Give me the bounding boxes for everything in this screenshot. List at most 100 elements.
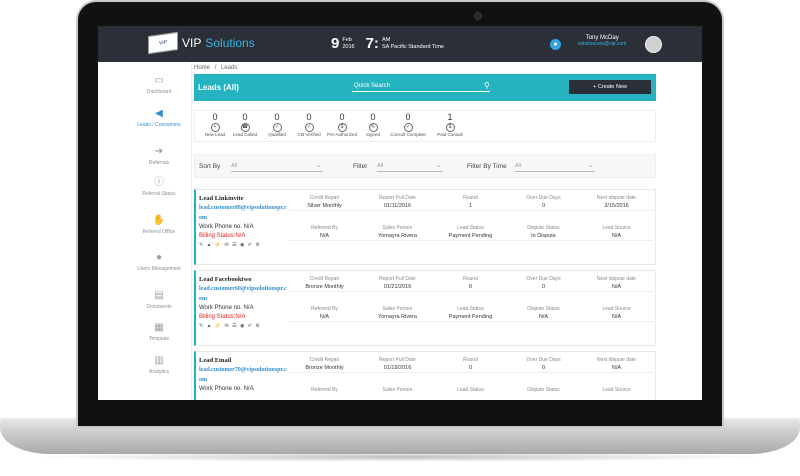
field-header: Round xyxy=(463,276,478,282)
date-month-year: Feb 2016 xyxy=(342,37,354,51)
field-value: Bronze Monthly xyxy=(288,364,361,373)
lead-field: Over Due Days 0 xyxy=(507,275,580,292)
brand-logo[interactable]: VIP VIP Solutions xyxy=(148,31,255,55)
user-email: solutionsvip@vip.com xyxy=(578,41,627,47)
field-header: Credit Repair xyxy=(309,357,340,363)
lead-card[interactable]: Lead Facebooktwo lead.customer60@vipsolu… xyxy=(194,270,656,346)
create-new-button[interactable]: + Create New xyxy=(569,80,651,94)
sort-by-select[interactable]: All ⌄ xyxy=(231,161,323,172)
sidebar-item-referral-office[interactable]: ✋ Referral Office xyxy=(136,215,182,236)
pre-authorized-icon: $ xyxy=(337,123,347,132)
field-header: Sales Person xyxy=(382,387,413,393)
field-value: N/A xyxy=(580,364,653,373)
signed-icon: ✎ xyxy=(368,123,378,132)
sidebar-item-referral-status[interactable]: ⓘ Referral Status xyxy=(136,177,182,198)
lead-email[interactable]: lead.customer88@vipsolutionspr.com xyxy=(199,203,287,223)
lead-card[interactable]: Lead Email lead.customer70@vipsolutionsp… xyxy=(194,351,656,400)
info-icon: ⓘ xyxy=(154,177,164,188)
chevron-down-icon: ⌄ xyxy=(435,163,441,169)
lead-card[interactable]: Lead Linkinvite lead.customer88@vipsolut… xyxy=(194,189,656,265)
document-icon: ▤ xyxy=(154,290,164,301)
filter-by-time-select[interactable]: All ⌄ xyxy=(515,161,595,172)
lead-field: Lead Status Payment Pending xyxy=(434,224,507,241)
stat-label: Consult Complete xyxy=(390,132,426,137)
user-info[interactable]: Tony McDay solutionsvip@vip.com xyxy=(578,35,626,47)
field-header: Next dispute date xyxy=(597,357,636,363)
field-value: N/A xyxy=(580,283,653,292)
lead-field: Lead Source N/A xyxy=(580,305,653,322)
filter-select[interactable]: All ⌄ xyxy=(377,161,443,172)
lead-billing-status: Billing Status:N/A xyxy=(199,314,246,320)
field-value: N/A xyxy=(507,313,580,322)
lead-name[interactable]: Lead Facebooktwo xyxy=(199,275,287,284)
stat-signed[interactable]: 0 ✎ Signed xyxy=(353,113,393,138)
lead-field: Dispute Status xyxy=(507,386,580,394)
field-header: Referred By xyxy=(311,306,338,312)
paid-icon: $ xyxy=(445,123,455,132)
sidebar-item-template[interactable]: ▦ Template xyxy=(136,322,182,343)
field-header: Over Due Days xyxy=(526,195,561,201)
field-header: Dispute Status xyxy=(527,225,560,231)
phone-icon: ☎ xyxy=(240,123,250,132)
template-icon: ▦ xyxy=(154,322,164,333)
chart-icon: ▥ xyxy=(154,355,164,366)
lead-email[interactable]: lead.customer70@vipsolutionspr.com xyxy=(199,365,287,385)
lead-action-icons[interactable]: ✎ ▲ ⚡ ✉ ☰ ◉ ✐ ⚙ xyxy=(199,241,287,250)
lead-field: Report Pull Date 01/19/2016 xyxy=(361,356,434,373)
stat-count: 1 xyxy=(447,112,453,122)
handshake-icon: ✋ xyxy=(152,215,166,226)
field-value: 0 xyxy=(507,202,580,211)
field-value: N/A xyxy=(580,313,653,322)
create-new-label: Create New xyxy=(597,84,627,90)
date-clock: 9 Feb 2016 7: AM SA Pacific Standard Tim… xyxy=(331,35,444,52)
field-value: 3/15/2016 xyxy=(580,202,653,211)
lead-name[interactable]: Lead Email xyxy=(199,356,287,365)
field-value: 0 xyxy=(434,283,507,292)
field-value: 1 xyxy=(434,202,507,211)
sidebar-item-label: Leads / Consumers xyxy=(137,122,181,128)
sidebar-item-documents[interactable]: ▤ Documents xyxy=(136,290,182,311)
field-header: Lead Source xyxy=(602,387,631,393)
lead-phone: Work Phone no. N/A xyxy=(199,386,254,392)
check-icon: ✓ xyxy=(272,123,282,132)
lead-field: Report Pull Date 01/21/2016 xyxy=(361,275,434,292)
avatar[interactable] xyxy=(645,36,662,53)
field-value: 0 xyxy=(434,364,507,373)
sidebar-item-label: Referral Status xyxy=(142,191,176,197)
chevron-down-icon: ⌄ xyxy=(315,163,321,169)
field-header: Dispute Status xyxy=(527,306,560,312)
top-bar: VIP VIP Solutions 9 Feb 2016 7: AM SA Pa… xyxy=(98,26,702,62)
sidebar-item-dashboard[interactable]: ▭ Dashboard xyxy=(136,76,182,96)
field-value: 01/19/2016 xyxy=(361,364,434,373)
arrow-icon: ➜ xyxy=(154,146,164,157)
notification-bell-icon[interactable]: ● xyxy=(550,39,561,50)
lead-name[interactable]: Lead Linkinvite xyxy=(199,194,287,203)
logo-image: VIP xyxy=(148,31,178,55)
breadcrumb-separator: / xyxy=(214,65,217,71)
laptop-frame: VIP VIP Solutions 9 Feb 2016 7: AM SA Pa… xyxy=(0,0,800,476)
stat-paid-consult[interactable]: 1 $ Paid Consult xyxy=(430,113,470,138)
brand-vip: VIP xyxy=(182,36,202,50)
sidebar-item-analytics[interactable]: ▥ Analytics xyxy=(136,355,182,376)
plus-icon: + xyxy=(593,84,597,90)
sidebar-item-label: Analytics xyxy=(148,369,169,375)
sidebar-item-leads[interactable]: ◀ Leads / Consumers xyxy=(136,109,182,129)
stat-consult-complete[interactable]: 0 ✓ Consult Complete xyxy=(388,113,428,138)
sidebar-item-users[interactable]: ● Users Management xyxy=(136,253,182,273)
field-header: Sales Person xyxy=(382,225,413,231)
lead-field: Next dispute date N/A xyxy=(580,356,653,373)
lead-field: Dispute Status N/A xyxy=(507,305,580,322)
status-stats-bar: 0 + New Lead 0 ☎ Lead Called 0 ✓ Qualified 0 ✓ C… xyxy=(194,110,656,142)
sidebar-item-referrals[interactable]: ➜ Referrals xyxy=(136,146,182,167)
search-input[interactable]: Quick Search xyxy=(352,81,490,92)
filter-bar: Sort By All ⌄ Filter All ⌄ Filter By Time … xyxy=(194,154,656,178)
camera xyxy=(474,12,482,20)
breadcrumb-home[interactable]: Home xyxy=(194,65,210,71)
lead-action-icons[interactable]: ✎ ▲ ⚡ ✉ ☰ ◉ ✐ ⚙ xyxy=(199,322,287,331)
field-value: 01/11/2016 xyxy=(361,202,434,211)
field-value: Bronze Monthly xyxy=(288,283,361,292)
field-value: Yomayra Rivera xyxy=(361,313,434,322)
lead-field: Next dispute date 3/15/2016 xyxy=(580,194,653,211)
search-icon[interactable]: ⚲ xyxy=(484,81,490,90)
lead-email[interactable]: lead.customer60@vipsolutionspr.com xyxy=(199,284,287,304)
